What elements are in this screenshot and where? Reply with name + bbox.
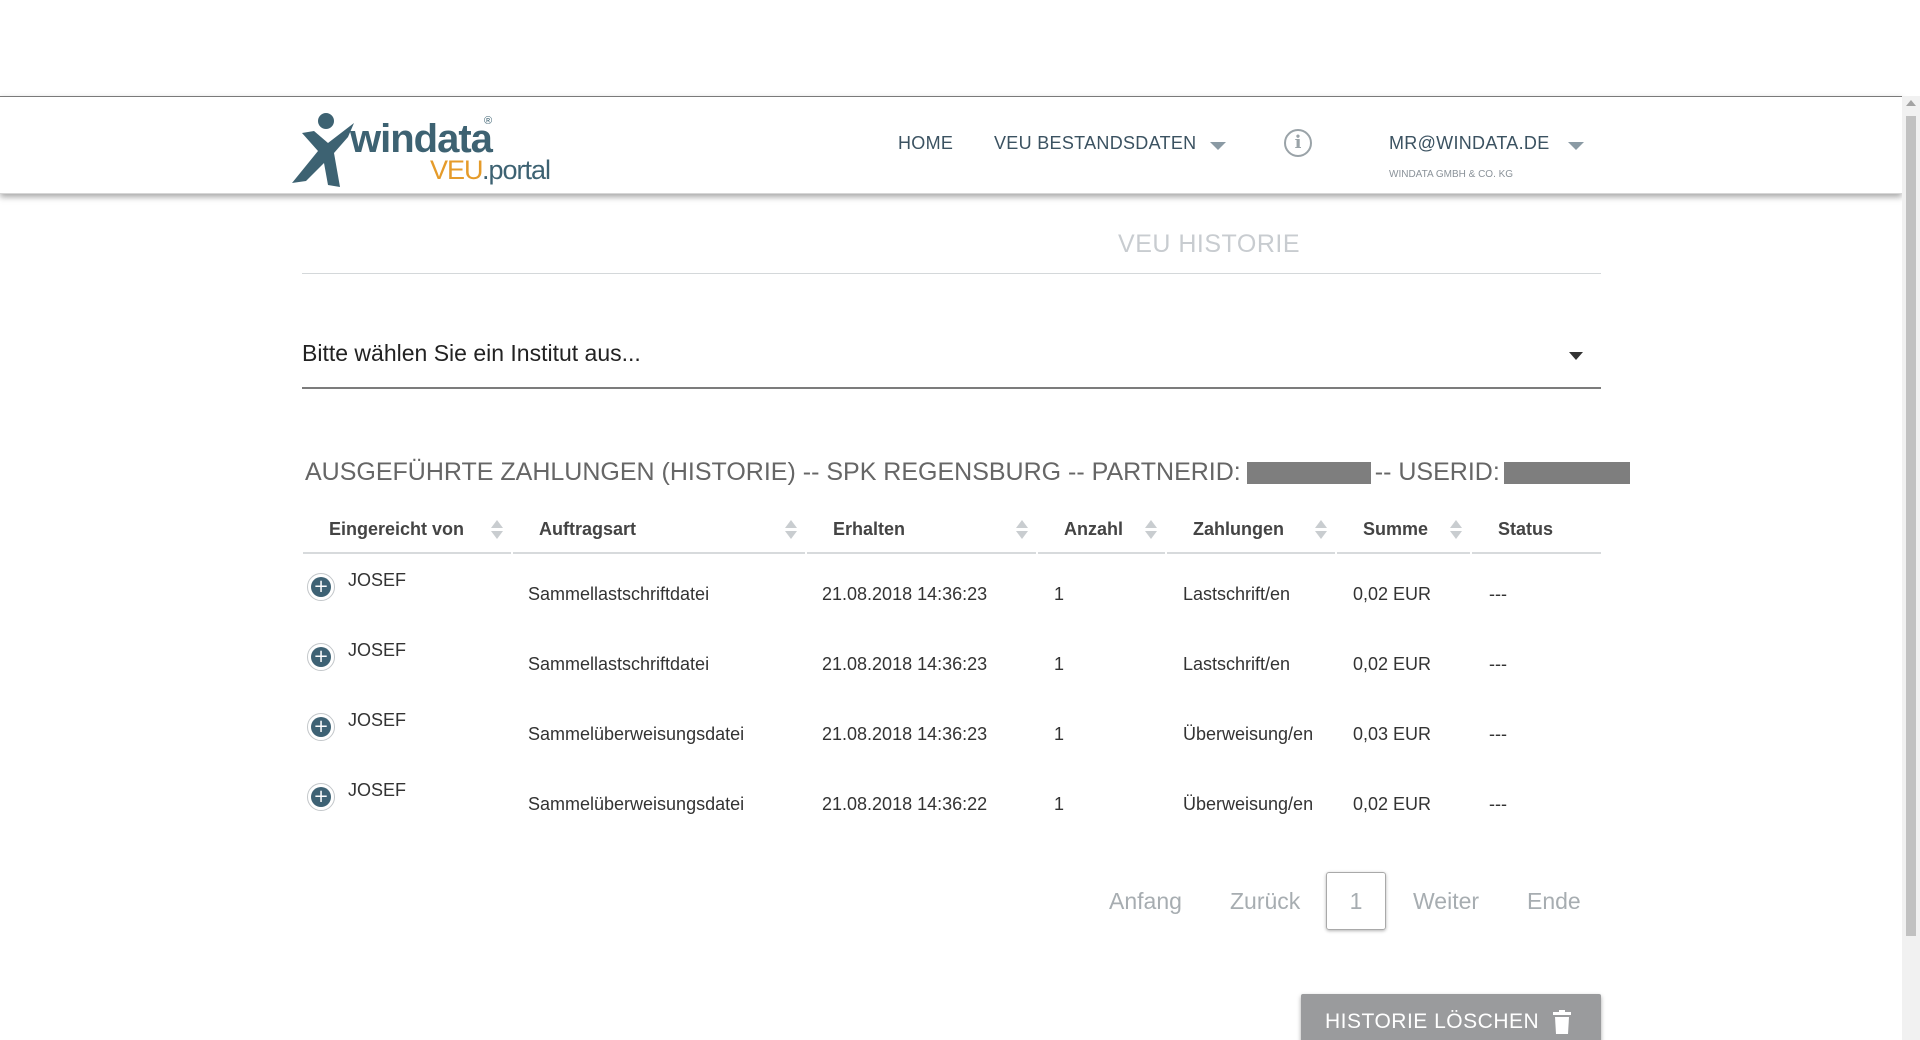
cell-user: JOSEF: [348, 780, 407, 800]
cell-count: 1: [1054, 794, 1065, 814]
column-header-label: Anzahl: [1064, 519, 1124, 539]
expand-row-plus-icon[interactable]: +: [307, 643, 335, 671]
title-divider: [302, 273, 1601, 274]
pagination-prev[interactable]: Zurück: [1230, 888, 1300, 915]
cell-count: 1: [1054, 584, 1065, 604]
column-header-label: Erhalten: [833, 519, 906, 539]
cell-sum: 0,02 EUR: [1353, 654, 1432, 674]
cell-status: ---: [1489, 584, 1507, 604]
sort-icon: [1016, 520, 1028, 540]
user-menu-chevron-down-icon[interactable]: [1568, 142, 1584, 150]
cell-type: Sammellastschriftdatei: [528, 584, 710, 604]
nav-veu-bestandsdaten[interactable]: VEU BESTANDSDATEN: [994, 133, 1196, 154]
cell-status: ---: [1489, 724, 1507, 744]
column-header-label: Status: [1498, 519, 1554, 539]
history-section-heading: AUSGEFÜHRTE ZAHLUNGEN (HISTORIE) -- SPK …: [305, 458, 1634, 487]
column-header-zahlungen[interactable]: Zahlungen: [1167, 508, 1335, 554]
user-company: WINDATA GMBH & CO. KG: [1389, 169, 1514, 180]
expand-row-plus-icon[interactable]: +: [307, 573, 335, 601]
person-figure-icon: [292, 113, 354, 187]
column-header-label: Auftragsart: [539, 519, 637, 539]
table-row: + JOSEF Sammellastschriftdatei 21.08.201…: [303, 556, 1601, 626]
scrollbar-thumb[interactable]: [1906, 116, 1916, 936]
info-icon[interactable]: i: [1284, 129, 1312, 157]
column-header-auftragsart[interactable]: Auftragsart: [513, 508, 805, 554]
windata-logo[interactable]: windata ® VEU .portal: [288, 111, 551, 191]
table-row: + JOSEF Sammelüberweisungsdatei 21.08.20…: [303, 766, 1601, 836]
scroll-up-arrow-icon[interactable]: [1906, 100, 1916, 106]
cell-user: JOSEF: [348, 710, 407, 730]
cell-sum: 0,03 EUR: [1353, 724, 1432, 744]
logo-product-veu: VEU: [430, 155, 484, 185]
redacted-userid: [1503, 461, 1630, 484]
history-table: Eingereicht von Auftragsart Erhalten Anz…: [303, 508, 1601, 836]
sort-icon: [1145, 520, 1157, 540]
cell-received: 21.08.2018 14:36:22: [822, 794, 988, 814]
cell-type: Sammelüberweisungsdatei: [528, 724, 745, 744]
pagination-current-page[interactable]: 1: [1326, 872, 1386, 930]
bestandsdaten-chevron-down-icon[interactable]: [1210, 142, 1226, 150]
cell-sum: 0,02 EUR: [1353, 584, 1432, 604]
cell-status: ---: [1489, 794, 1507, 814]
column-header-erhalten[interactable]: Erhalten: [807, 508, 1036, 554]
heading-userid-label: -- USERID:: [1374, 458, 1500, 486]
column-header-label: Zahlungen: [1193, 519, 1284, 539]
cell-status: ---: [1489, 654, 1507, 674]
expand-row-plus-icon[interactable]: +: [307, 783, 335, 811]
top-navbar: windata ® VEU .portal HOME VEU BESTANDSD…: [0, 96, 1902, 194]
cell-received: 21.08.2018 14:36:23: [822, 654, 988, 674]
nav-home[interactable]: HOME: [898, 133, 953, 154]
pagination: Anfang Zurück Weiter Ende: [0, 872, 1900, 932]
logo-registered-mark: ®: [484, 115, 493, 127]
institute-select[interactable]: Bitte wählen Sie ein Institut aus...: [302, 330, 1601, 389]
column-header-eingereicht-von[interactable]: Eingereicht von: [303, 508, 511, 554]
expand-row-plus-icon[interactable]: +: [307, 713, 335, 741]
page: windata ® VEU .portal HOME VEU BESTANDSD…: [0, 0, 1920, 1040]
redacted-partnerid: [1246, 461, 1371, 484]
pagination-last[interactable]: Ende: [1527, 888, 1581, 915]
table-row: + JOSEF Sammellastschriftdatei 21.08.201…: [303, 626, 1601, 696]
heading-bank-partner: AUSGEFÜHRTE ZAHLUNGEN (HISTORIE) -- SPK …: [305, 458, 1241, 486]
sort-icon: [1450, 520, 1462, 540]
sort-icon: [785, 520, 797, 540]
cell-payments: Lastschrift/en: [1183, 654, 1291, 674]
cell-user: JOSEF: [348, 570, 407, 590]
institute-select-placeholder: Bitte wählen Sie ein Institut aus...: [302, 340, 641, 366]
column-header-label: Summe: [1363, 519, 1429, 539]
cell-payments: Überweisung/en: [1183, 724, 1314, 744]
table-row: + JOSEF Sammelüberweisungsdatei 21.08.20…: [303, 696, 1601, 766]
expand-row-glyph: +: [311, 717, 331, 737]
cell-count: 1: [1054, 654, 1065, 674]
trash-icon: [1553, 1010, 1571, 1034]
logo-product-portal: .portal: [482, 155, 551, 185]
table-header: Eingereicht von Auftragsart Erhalten Anz…: [303, 508, 1601, 556]
cell-count: 1: [1054, 724, 1065, 744]
cell-payments: Überweisung/en: [1183, 794, 1314, 814]
delete-history-label: HISTORIE LÖSCHEN: [1325, 1010, 1540, 1033]
vertical-scrollbar[interactable]: [1902, 96, 1920, 1040]
column-header-status[interactable]: Status: [1472, 508, 1601, 554]
delete-history-button[interactable]: HISTORIE LÖSCHEN: [1301, 994, 1601, 1040]
sort-icon: [491, 520, 503, 540]
pagination-first[interactable]: Anfang: [1109, 888, 1182, 915]
select-caret-down-icon: [1569, 352, 1583, 360]
expand-row-glyph: +: [311, 577, 331, 597]
user-menu-email[interactable]: MR@WINDATA.DE: [1389, 133, 1550, 154]
column-header-summe[interactable]: Summe: [1337, 508, 1470, 554]
column-header-label: Eingereicht von: [329, 519, 465, 539]
cell-type: Sammellastschriftdatei: [528, 654, 710, 674]
cell-received: 21.08.2018 14:36:23: [822, 724, 988, 744]
cell-user: JOSEF: [348, 640, 407, 660]
sort-icon: [1315, 520, 1327, 540]
page-title: VEU HISTORIE: [1118, 230, 1300, 258]
cell-sum: 0,02 EUR: [1353, 794, 1432, 814]
cell-payments: Lastschrift/en: [1183, 584, 1291, 604]
column-header-anzahl[interactable]: Anzahl: [1038, 508, 1165, 554]
pagination-next[interactable]: Weiter: [1413, 888, 1479, 915]
cell-received: 21.08.2018 14:36:23: [822, 584, 988, 604]
cell-type: Sammelüberweisungsdatei: [528, 794, 745, 814]
expand-row-glyph: +: [311, 647, 331, 667]
expand-row-glyph: +: [311, 787, 331, 807]
